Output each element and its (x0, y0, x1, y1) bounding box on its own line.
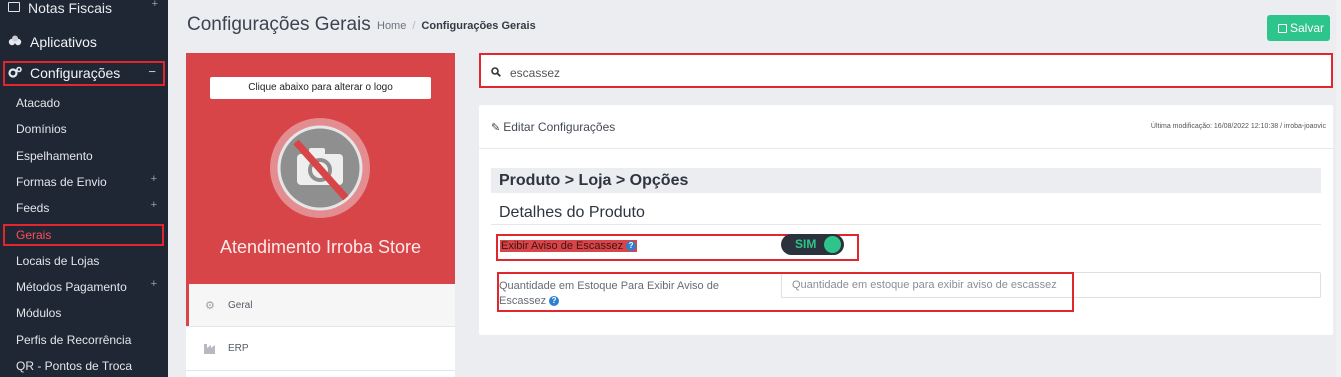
gears-icon (8, 66, 22, 82)
divider (491, 224, 1321, 225)
store-name: Atendimento Irroba Store (219, 237, 422, 257)
menu-item-geral[interactable]: ⚙ Geral (186, 284, 455, 326)
breadcrumb-separator: / (412, 20, 416, 32)
panel-title: ✎ Editar Configurações (491, 120, 615, 134)
factory-icon (204, 342, 218, 357)
toggle-label: SIM (795, 237, 817, 251)
menu-item-erp[interactable]: ERP (186, 327, 455, 369)
sidebar-item-label: QR - Pontos de Troca (16, 359, 133, 373)
collapse-icon[interactable]: − (148, 64, 156, 79)
sidebar-item-label: Gerais (16, 227, 52, 242)
sidebar-item-gerais[interactable]: Gerais (0, 223, 168, 247)
cubes-icon (8, 35, 22, 50)
sidebar-item-espelhamento[interactable]: Espelhamento (0, 144, 168, 168)
sidebar-item-feeds[interactable]: Feeds + (0, 196, 168, 220)
settings-menu: ⚙ Geral ERP (186, 284, 455, 377)
scarcity-toggle[interactable]: SIM (781, 234, 844, 255)
menu-item-label: ERP (228, 343, 249, 354)
search-input[interactable]: escassez (479, 53, 1333, 88)
sidebar-item-notas-fiscais[interactable]: Notas Fiscais + (0, 0, 168, 17)
breadcrumb-home[interactable]: Home (377, 20, 406, 32)
sidebar-item-label: Formas de Envio (16, 174, 107, 189)
sidebar-item-label: Espelhamento (16, 148, 93, 163)
page-title: Configurações Gerais (187, 14, 371, 35)
search-value: escassez (510, 66, 561, 80)
document-icon (8, 2, 20, 12)
expand-icon[interactable]: + (151, 278, 157, 290)
sidebar-item-label: Notas Fiscais (28, 0, 113, 16)
panel-title-text: Editar Configurações (503, 120, 616, 134)
sidebar-item-label: Aplicativos (30, 34, 97, 50)
sidebar-item-label: Locais de Lojas (16, 253, 100, 268)
pencil-icon: ✎ (491, 122, 501, 134)
sidebar-item-locais-de-lojas[interactable]: Locais de Lojas (0, 249, 168, 273)
sidebar-item-atacado[interactable]: Atacado (0, 91, 168, 115)
search-icon (491, 64, 501, 77)
expand-icon[interactable]: + (151, 173, 157, 185)
logo-change-note[interactable]: Clique abaixo para alterar o logo (210, 77, 431, 99)
store-profile-card: Clique abaixo para alterar o logo Atendi… (186, 53, 455, 284)
sidebar-item-label: Configurações (30, 65, 121, 81)
menu-item-label: Geral (228, 300, 253, 311)
breadcrumb-current: Configurações Gerais (421, 20, 536, 32)
config-panel: ✎ Editar Configurações Última modificação… (479, 105, 1333, 335)
subsection-title: Detalhes do Produto (499, 204, 645, 221)
expand-icon[interactable]: + (151, 199, 157, 211)
scrollbar[interactable] (1336, 0, 1341, 377)
sidebar-item-qr-pontos-de-troca[interactable]: QR - Pontos de Troca (0, 354, 168, 377)
sidebar-item-formas-de-envio[interactable]: Formas de Envio + (0, 170, 168, 194)
highlight-box (497, 272, 1074, 312)
sidebar-item-m-dulos[interactable]: Módulos (0, 301, 168, 325)
sidebar-item-label: Domínios (16, 122, 67, 137)
save-button[interactable]: Salvar (1267, 15, 1330, 41)
gear-icon: ⚙ (205, 300, 215, 312)
no-camera-icon[interactable] (266, 114, 374, 222)
sidebar-item-label: Módulos (16, 306, 62, 321)
sidebar-item-dom-nios[interactable]: Domínios (0, 117, 168, 141)
sidebar-item-perfis-de-recorr-ncia[interactable]: Perfis de Recorrência (0, 328, 168, 352)
toggle-knob (824, 236, 841, 253)
section-header: Produto > Loja > Opções (491, 168, 1321, 193)
last-modified: Última modificação: 16/08/2022 12:10:38 … (1150, 123, 1326, 130)
scarcity-label-text: Exibir Aviso de Escassez (501, 240, 624, 252)
save-label: Salvar (1290, 21, 1325, 35)
section-title: Produto > Loja > Opções (499, 172, 689, 189)
sidebar-item-label: Métodos Pagamento (16, 280, 127, 295)
sidebar-item-aplicativos[interactable]: Aplicativos (0, 29, 168, 55)
sidebar-item-label: Perfis de Recorrência (16, 332, 132, 347)
breadcrumb: Home / Configurações Gerais (377, 20, 536, 32)
help-icon[interactable]: ? (626, 241, 637, 252)
panel-header: ✎ Editar Configurações Última modificação… (479, 105, 1333, 149)
sidebar-item-configuracoes[interactable]: Configurações − (0, 60, 168, 86)
sidebar-item-label: Atacado (16, 96, 61, 110)
scarcity-label: Exibir Aviso de Escassez? (500, 240, 638, 252)
sidebar-item-m-todos-pagamento[interactable]: Métodos Pagamento + (0, 275, 168, 299)
expand-icon[interactable]: + (152, 0, 158, 10)
sidebar: Notas Fiscais + Aplicativos Configuraçõe… (0, 0, 168, 377)
floppy-disk-icon (1278, 24, 1287, 33)
divider (186, 370, 455, 371)
sidebar-item-label: Feeds (16, 201, 50, 216)
